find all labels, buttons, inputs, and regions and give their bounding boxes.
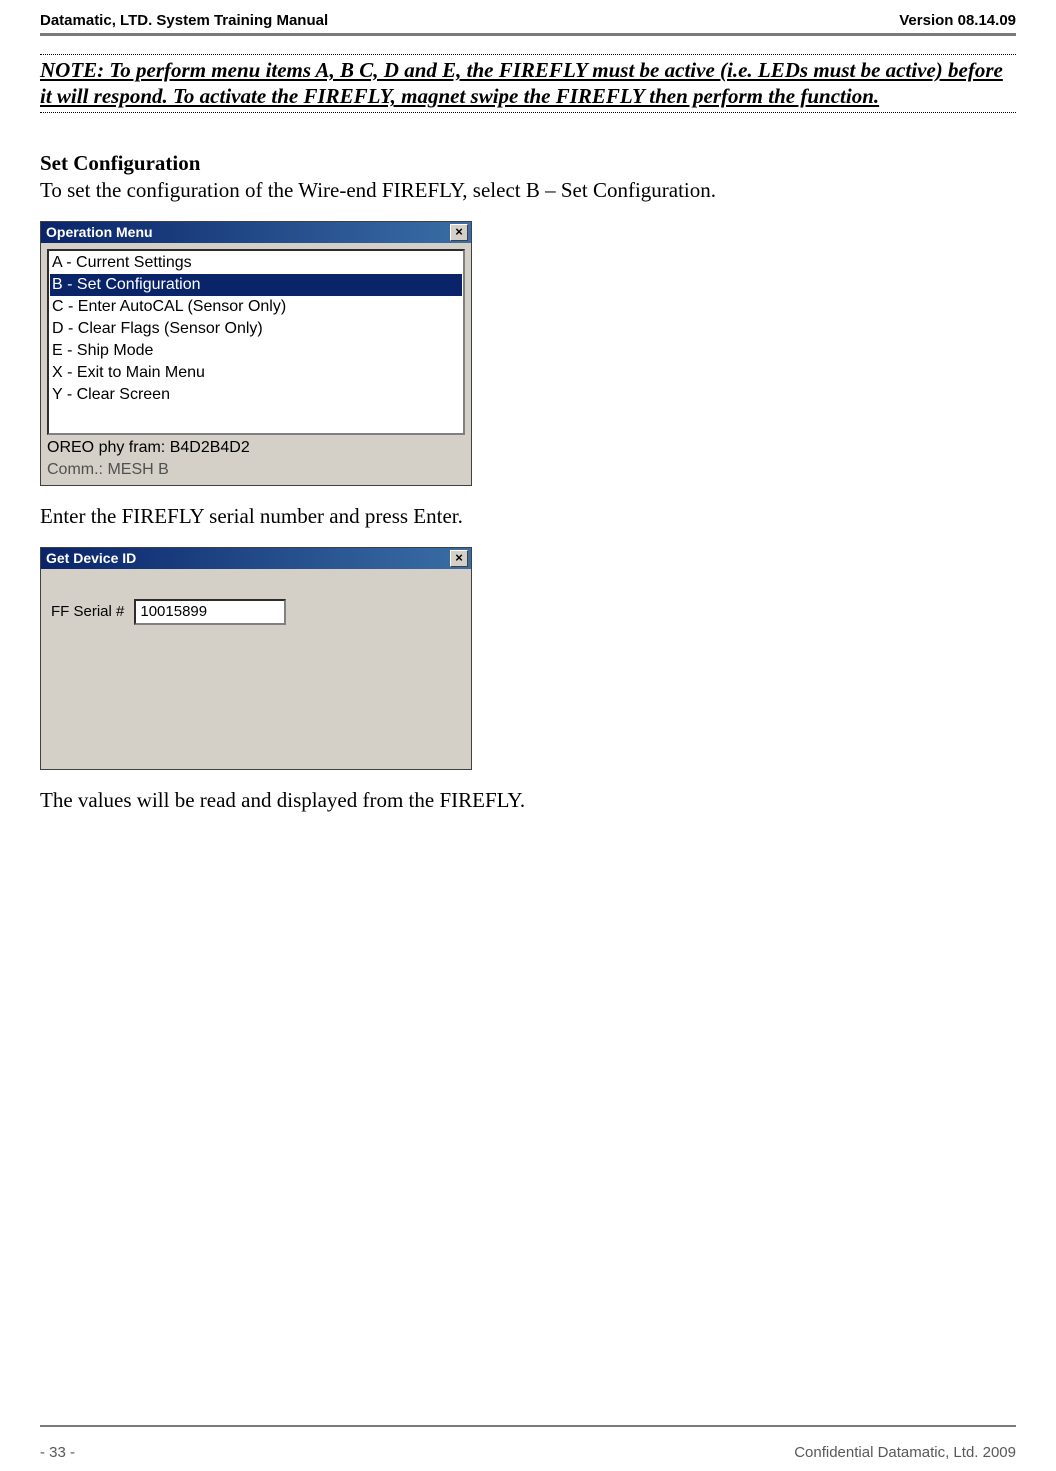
status-line-1: OREO phy fram: B4D2B4D2	[41, 439, 471, 459]
operation-menu-title: Operation Menu	[44, 224, 153, 240]
operation-menu-list[interactable]: A - Current Settings B - Set Configurati…	[47, 249, 465, 435]
get-device-id-title: Get Device ID	[44, 550, 136, 566]
list-item[interactable]: Y - Clear Screen	[50, 384, 462, 406]
header-rule	[40, 33, 1016, 36]
header-right: Version 08.14.09	[899, 12, 1016, 29]
list-item[interactable]: E - Ship Mode	[50, 340, 462, 362]
close-icon[interactable]: ×	[450, 224, 468, 241]
get-device-id-window: Get Device ID × FF Serial #	[40, 547, 472, 770]
page-number: - 33 -	[40, 1444, 75, 1461]
operation-menu-window: Operation Menu × A - Current Settings B …	[40, 221, 472, 486]
footer-rule	[40, 1425, 1016, 1427]
page-header: Datamatic, LTD. System Training Manual V…	[40, 12, 1016, 33]
status-line-2: Comm.: MESH B	[41, 459, 471, 485]
header-left: Datamatic, LTD. System Training Manual	[40, 12, 328, 29]
ff-serial-label: FF Serial #	[51, 603, 124, 620]
body-paragraph-2: Enter the FIREFLY serial number and pres…	[40, 504, 1016, 529]
list-padding	[50, 406, 462, 432]
list-item[interactable]: D - Clear Flags (Sensor Only)	[50, 318, 462, 340]
body-paragraph-3: The values will be read and displayed fr…	[40, 788, 1016, 813]
close-icon[interactable]: ×	[450, 550, 468, 567]
list-item[interactable]: B - Set Configuration	[50, 274, 462, 296]
get-device-id-form: FF Serial #	[41, 569, 471, 769]
page-footer: - 33 - Confidential Datamatic, Ltd. 2009	[40, 1444, 1016, 1461]
note-bottom-rule	[40, 112, 1016, 113]
footer-right: Confidential Datamatic, Ltd. 2009	[794, 1444, 1016, 1461]
ff-serial-input[interactable]	[134, 599, 286, 625]
section-title: Set Configuration	[40, 151, 1016, 176]
body-paragraph-1: To set the configuration of the Wire-end…	[40, 178, 1016, 203]
get-device-id-titlebar: Get Device ID ×	[41, 548, 471, 569]
list-item[interactable]: C - Enter AutoCAL (Sensor Only)	[50, 296, 462, 318]
note-top-rule	[40, 54, 1016, 55]
operation-menu-titlebar: Operation Menu ×	[41, 222, 471, 243]
list-item[interactable]: X - Exit to Main Menu	[50, 362, 462, 384]
list-item[interactable]: A - Current Settings	[50, 252, 462, 274]
note-text: NOTE: To perform menu items A, B C, D an…	[40, 57, 1016, 110]
